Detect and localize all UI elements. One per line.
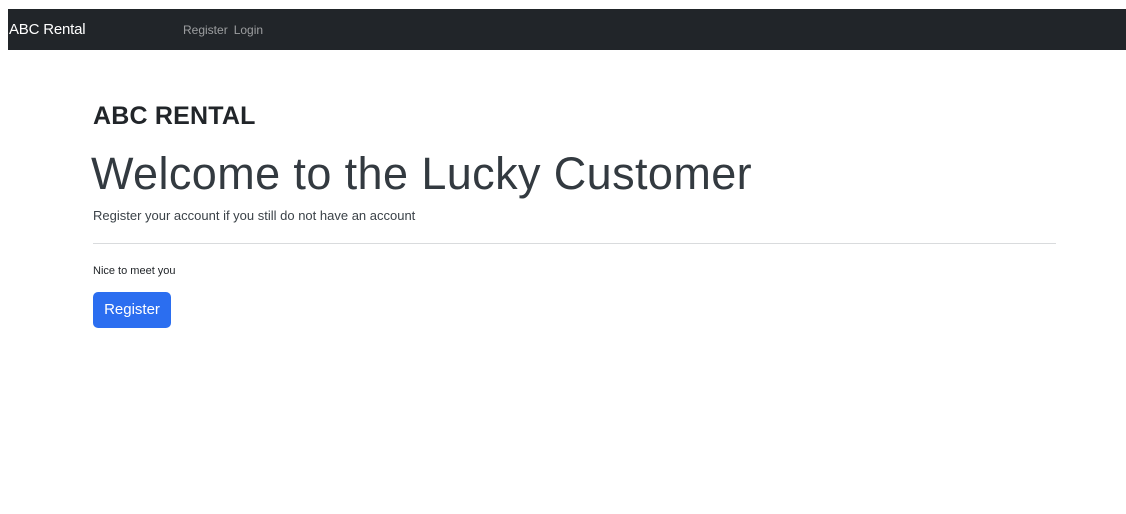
page: ABC Rental Register Login ABC RENTAL Wel… [0,0,1126,514]
nav-links: Register Login [183,9,269,50]
site-heading: ABC RENTAL [93,102,256,130]
welcome-title: Welcome to the Lucky Customer [91,148,753,199]
nav-link-login[interactable]: Login [234,23,263,37]
register-button[interactable]: Register [93,292,171,328]
top-navbar: ABC Rental Register Login [8,9,1126,50]
divider [93,243,1056,244]
note-text: Nice to meet you [93,265,176,277]
nav-link-register[interactable]: Register [183,23,228,37]
lead-text: Register your account if you still do no… [93,208,416,223]
brand-link[interactable]: ABC Rental [9,9,86,50]
